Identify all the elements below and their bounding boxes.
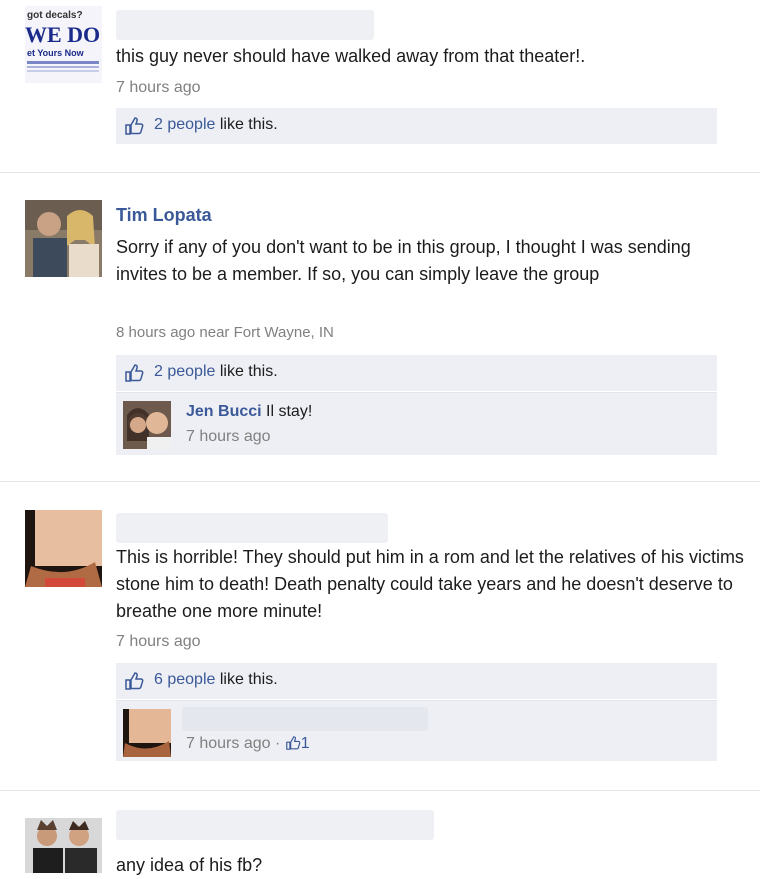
comment: Jen Bucci Il stay! 7 hours ago [116, 392, 717, 455]
comment: 7 hours ago · 1 [116, 700, 717, 761]
thumbs-up-icon [124, 672, 144, 690]
likes-suffix: like this. [215, 116, 278, 133]
comment-timestamp[interactable]: 7 hours ago · [186, 735, 285, 752]
author-name-blurred[interactable] [116, 10, 374, 40]
avatar-tim-lopata[interactable] [25, 200, 102, 277]
comment-author-blurred[interactable] [182, 707, 428, 731]
likes-count-link[interactable]: 6 people [154, 671, 215, 688]
divider [0, 481, 760, 482]
post-text: this guy never should have walked away f… [116, 46, 586, 66]
thumbs-up-icon [124, 364, 144, 382]
divider [0, 172, 760, 173]
avatar-decals[interactable]: got decals? WE DO et Yours Now [25, 6, 102, 83]
avatar-two-men[interactable] [25, 818, 102, 873]
likes-count-link[interactable]: 2 people [154, 363, 215, 380]
comment-timestamp[interactable]: 7 hours ago [186, 428, 271, 446]
thumbs-up-icon [124, 117, 144, 135]
avatar-blurred[interactable] [25, 510, 102, 587]
likes-bar: 2 people like this. [116, 355, 717, 391]
thumbs-up-icon [285, 736, 301, 750]
post-text: This is horrible! They should put him in… [116, 547, 744, 621]
author-name-blurred[interactable] [116, 810, 434, 840]
avatar-logo-text-3: et Yours Now [27, 48, 85, 58]
comment-text: Il stay! [261, 403, 313, 420]
comment-avatar[interactable] [123, 401, 171, 449]
likes-suffix: like this. [215, 671, 278, 688]
comment-author-link[interactable]: Jen Bucci [186, 403, 262, 420]
post-timestamp[interactable]: 7 hours ago [116, 633, 201, 651]
post-text: any idea of his fb? [116, 855, 263, 875]
likes-bar: 6 people like this. [116, 663, 717, 699]
likes-suffix: like this. [215, 363, 278, 380]
post-timestamp[interactable]: 8 hours ago near Fort Wayne, IN [116, 324, 334, 341]
divider [0, 790, 760, 791]
post-author-link[interactable]: Tim Lopata [116, 205, 212, 226]
post-text: Sorry if any of you don't want to be in … [116, 237, 691, 284]
likes-bar: 2 people like this. [116, 108, 717, 144]
comment-avatar[interactable] [123, 709, 171, 757]
likes-count-link[interactable]: 2 people [154, 116, 215, 133]
author-name-blurred[interactable] [116, 513, 388, 543]
avatar-logo-text-1: got decals? [27, 10, 83, 21]
post-timestamp[interactable]: 7 hours ago [116, 79, 201, 97]
comment-like-count[interactable]: 1 [301, 735, 310, 752]
avatar-logo-text-2: WE DO [25, 22, 100, 47]
